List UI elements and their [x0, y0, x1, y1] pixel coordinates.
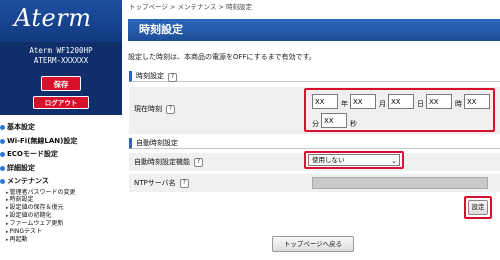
- month-input[interactable]: [350, 94, 376, 109]
- triangle-right-icon: ▸: [6, 189, 9, 196]
- sidebar: Aterm Aterm WF1200HP ATERM-XXXXXX 保存 ログア…: [0, 0, 122, 260]
- ntp-label-wrap: NTPサーバ名?: [134, 178, 189, 188]
- logo-area: Aterm: [0, 0, 122, 42]
- auto-time-select[interactable]: 使用しない ⌄: [308, 154, 400, 166]
- bullet-icon: [0, 138, 5, 144]
- submenu-label: 管理者パスワードの変更: [9, 188, 76, 196]
- page-description: 設定した時刻は、本商品の電源をOFFにするまで有効です。: [128, 53, 316, 61]
- submenu-item-backup[interactable]: ▸設定値の保存＆復元: [0, 204, 122, 212]
- help-icon[interactable]: ?: [194, 157, 203, 167]
- year-unit: 年: [341, 100, 348, 108]
- minute-unit: 分: [312, 120, 319, 128]
- submenu-label: PINGテスト: [9, 227, 43, 235]
- breadcrumb-separator: >: [218, 3, 224, 11]
- set-button-frame: 設定: [464, 196, 492, 219]
- submenu-label: ファームウェア更新: [9, 220, 64, 228]
- section-heading-label: 自動時刻設定: [136, 139, 178, 147]
- submenu-label: 再起動: [9, 235, 28, 243]
- help-icon[interactable]: ?: [179, 178, 189, 188]
- breadcrumb: トップページ > メンテナンス > 時刻設定: [129, 1, 252, 11]
- triangle-right-icon: ▸: [6, 221, 9, 228]
- current-time-label-wrap: 現在時刻?: [134, 104, 175, 114]
- day-unit: 日: [417, 100, 424, 108]
- submenu-item-reset[interactable]: ▸設定値の初期化: [0, 212, 122, 220]
- submenu-item-reboot[interactable]: ▸再起動: [0, 236, 122, 244]
- menu-item-eco[interactable]: ECOモード設定: [0, 148, 122, 162]
- model-panel: Aterm WF1200HP ATERM-XXXXXX 保存 ログアウト: [0, 42, 122, 115]
- menu-item-label: 基本設定: [7, 123, 35, 131]
- time-input-group: 年 月 日 時 分 秒: [304, 88, 495, 132]
- second-unit: 秒: [350, 120, 357, 128]
- menu-item-basic[interactable]: 基本設定: [0, 121, 122, 135]
- help-icon[interactable]: ?: [168, 72, 177, 82]
- chevron-down-icon: ⌄: [391, 157, 397, 165]
- submenu-item-ping[interactable]: ▸PINGテスト: [0, 228, 122, 236]
- menu-item-wifi[interactable]: Wi-Fi(無線LAN)設定: [0, 135, 122, 149]
- auto-time-select-value: 使用しない: [312, 156, 345, 164]
- current-time-label: 現在時刻: [134, 105, 162, 113]
- menu-item-advanced[interactable]: 詳細設定: [0, 162, 122, 176]
- breadcrumb-home[interactable]: トップページ: [129, 3, 168, 11]
- auto-time-label-wrap: 自動時刻設定機能?: [134, 157, 203, 167]
- menu-item-label: メンテナンス: [7, 177, 49, 185]
- auto-time-select-group: 使用しない ⌄: [304, 151, 404, 169]
- triangle-right-icon: ▸: [6, 197, 9, 204]
- model-id: ATERM-XXXXXX: [33, 56, 89, 65]
- logout-button[interactable]: ログアウト: [33, 96, 89, 109]
- ntp-server-input[interactable]: [312, 177, 488, 189]
- submenu-label: 設定値の初期化: [9, 212, 52, 220]
- bullet-icon: [0, 125, 5, 131]
- menu-item-label: Wi-Fi(無線LAN)設定: [7, 136, 78, 145]
- auto-time-label: 自動時刻設定機能: [134, 158, 190, 166]
- triangle-right-icon: ▸: [6, 228, 9, 235]
- second-input[interactable]: [321, 113, 347, 128]
- year-input[interactable]: [312, 94, 338, 109]
- menu-item-label: 詳細設定: [7, 163, 35, 172]
- hour-unit: 時: [455, 100, 462, 108]
- triangle-right-icon: ▸: [6, 213, 9, 220]
- aterm-logo: Aterm: [14, 4, 92, 32]
- menu-item-label: ECOモード設定: [7, 150, 58, 158]
- section-heading-time: 時刻設定?: [129, 71, 500, 82]
- side-menu: 基本設定 Wi-Fi(無線LAN)設定 ECOモード設定 詳細設定 メンテナンス…: [0, 121, 122, 244]
- bullet-icon: [0, 165, 5, 171]
- menu-item-maintenance[interactable]: メンテナンス: [0, 175, 122, 189]
- section-heading-auto: 自動時刻設定: [129, 138, 500, 149]
- triangle-right-icon: ▸: [6, 236, 9, 243]
- bullet-icon: [0, 152, 5, 158]
- save-button[interactable]: 保存: [41, 76, 81, 91]
- model-name: Aterm WF1200HP: [29, 46, 93, 55]
- triangle-right-icon: ▸: [6, 205, 9, 212]
- breadcrumb-parent[interactable]: メンテナンス: [177, 3, 216, 11]
- ntp-label: NTPサーバ名: [134, 179, 176, 187]
- set-button[interactable]: 設定: [468, 200, 488, 215]
- page-title: 時刻設定: [128, 19, 500, 41]
- hour-input[interactable]: [426, 94, 452, 109]
- submenu-label: 時刻設定: [9, 196, 34, 204]
- breadcrumb-current: 時刻設定: [225, 3, 252, 11]
- back-to-top-button[interactable]: トップページへ戻る: [272, 236, 354, 252]
- bullet-icon: [0, 179, 5, 185]
- submenu-item-firmware[interactable]: ▸ファームウェア更新: [0, 220, 122, 228]
- help-icon[interactable]: ?: [166, 104, 175, 114]
- submenu-label: 設定値の保存＆復元: [9, 204, 64, 212]
- section-heading-label: 時刻設定: [136, 72, 164, 80]
- minute-input[interactable]: [464, 94, 490, 109]
- breadcrumb-separator: >: [169, 3, 176, 11]
- day-input[interactable]: [388, 94, 414, 109]
- month-unit: 月: [379, 100, 386, 108]
